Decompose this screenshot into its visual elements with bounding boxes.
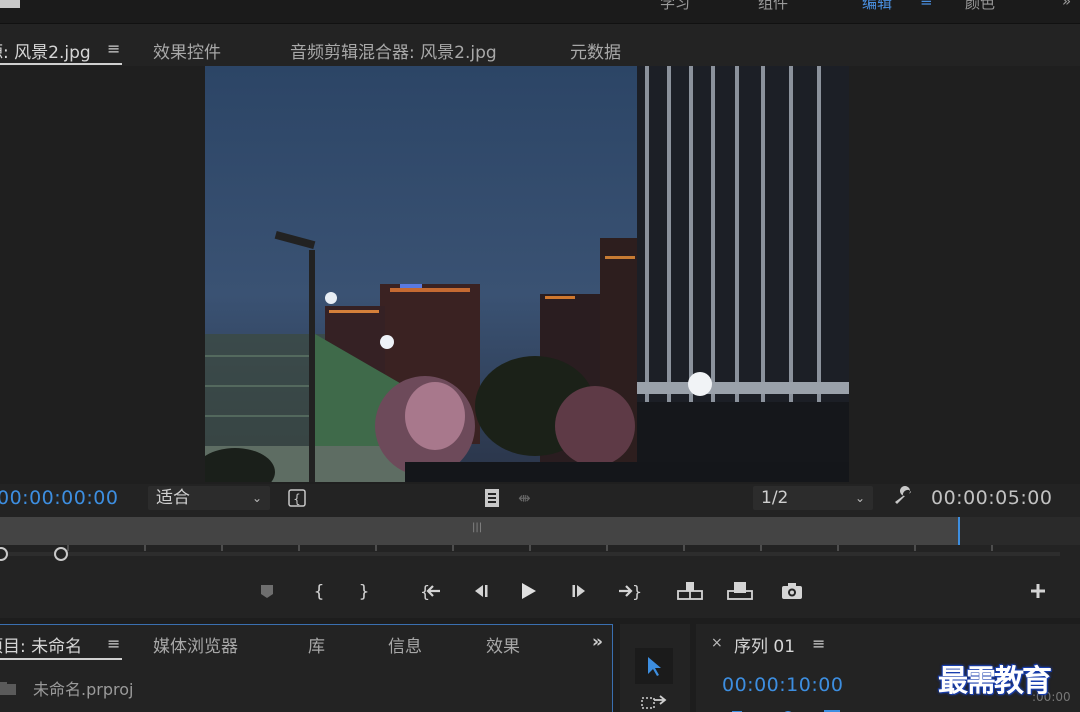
workspace-more-icon[interactable]: » <box>1062 0 1071 10</box>
workspace-learn[interactable]: 学习 <box>660 0 690 13</box>
source-preview-image <box>205 66 849 482</box>
tab-source[interactable]: 源: 风景2.jpg <box>0 38 91 63</box>
workspace-assembly[interactable]: 组件 <box>758 0 788 13</box>
selection-tool-button[interactable] <box>635 648 673 684</box>
step-forward-button[interactable] <box>566 578 594 604</box>
zoom-handle-end[interactable] <box>54 547 68 561</box>
overwrite-button[interactable] <box>726 578 754 604</box>
workspace-color[interactable]: 颜色 <box>965 0 995 13</box>
tab-media-browser[interactable]: 媒体浏览器 <box>153 632 238 657</box>
tab-effects[interactable]: 效果 <box>486 632 520 657</box>
svg-text:}: } <box>632 582 641 600</box>
safe-margins-icon[interactable]: { <box>287 488 307 512</box>
app-logo-icon <box>0 0 20 8</box>
workspace-editing[interactable]: 编辑 <box>862 0 892 13</box>
wrench-icon[interactable] <box>893 486 915 512</box>
zoom-scroll-track[interactable] <box>0 552 1060 556</box>
duration-timecode: 00:00:05:00 <box>931 487 1053 509</box>
project-file-name: 未命名.prproj <box>33 680 134 699</box>
playback-resolution-value: 1/2 <box>761 488 789 508</box>
workspace-bar: 学习 组件 编辑 ≡ 颜色 » <box>0 0 1080 24</box>
track-select-tool-button[interactable] <box>640 694 668 712</box>
chevron-down-icon: ⌄ <box>854 491 865 505</box>
close-icon[interactable]: × <box>711 635 723 651</box>
selection-arrow-icon <box>648 657 661 676</box>
project-active-tab-indicator <box>0 658 122 660</box>
out-point-marker[interactable] <box>958 517 960 545</box>
zoom-fit-dropdown[interactable]: 适合 ⌄ <box>148 486 270 510</box>
go-to-in-button[interactable]: { <box>416 578 444 604</box>
workspace-menu-icon[interactable]: ≡ <box>920 0 933 10</box>
svg-text:{: { <box>314 582 325 601</box>
tab-audio-clip-mixer[interactable]: 音频剪辑混合器: 风景2.jpg <box>290 38 497 63</box>
mark-out-button[interactable]: } <box>350 578 378 604</box>
scrub-bar-out <box>960 517 1080 545</box>
go-to-out-button[interactable]: } <box>615 578 643 604</box>
track-select-icon <box>641 695 667 709</box>
tab-libraries[interactable]: 库 <box>308 632 325 657</box>
sequence-timecode[interactable]: 00:00:10:00 <box>722 674 843 696</box>
chevron-down-icon: ⌄ <box>251 491 262 505</box>
drag-video-only-icon[interactable] <box>483 488 501 512</box>
project-panel-menu-icon[interactable]: ≡ <box>107 634 120 653</box>
tab-effect-controls[interactable]: 效果控件 <box>153 38 221 63</box>
mark-in-button[interactable]: { <box>305 578 333 604</box>
svg-text:}: } <box>359 582 370 601</box>
play-button[interactable] <box>514 578 542 604</box>
source-panel-tabs: 源: 风景2.jpg ≡ 效果控件 音频剪辑混合器: 风景2.jpg 元数据 <box>0 26 1080 66</box>
active-tab-indicator <box>0 63 122 65</box>
panel-menu-icon[interactable]: ≡ <box>107 39 120 58</box>
scrub-handle-icon[interactable]: ||| <box>472 522 482 533</box>
button-editor-add-icon[interactable] <box>1024 578 1052 604</box>
zoom-fit-value: 适合 <box>156 488 190 508</box>
playback-resolution-dropdown[interactable]: 1/2 ⌄ <box>753 486 873 510</box>
step-back-button[interactable] <box>466 578 494 604</box>
project-file-icon <box>0 682 16 700</box>
svg-text:{: { <box>293 492 301 506</box>
timeline-menu-icon[interactable]: ≡ <box>812 634 825 653</box>
watermark-logo: 最需教育 <box>938 664 1052 699</box>
more-tabs-icon[interactable]: » <box>592 632 603 652</box>
tab-project[interactable]: 项目: 未命名 <box>0 632 82 657</box>
current-timecode[interactable]: 00:00:00:00 <box>0 487 118 509</box>
tab-metadata[interactable]: 元数据 <box>570 38 621 63</box>
export-frame-button[interactable] <box>778 578 806 604</box>
insert-button[interactable] <box>676 578 704 604</box>
drag-audio-only-icon[interactable]: ⇼ <box>518 489 531 507</box>
add-marker-button[interactable] <box>253 578 281 604</box>
timeline-tool-strip <box>728 703 928 712</box>
tab-info[interactable]: 信息 <box>388 632 422 657</box>
tab-sequence[interactable]: 序列 01 <box>734 632 795 657</box>
